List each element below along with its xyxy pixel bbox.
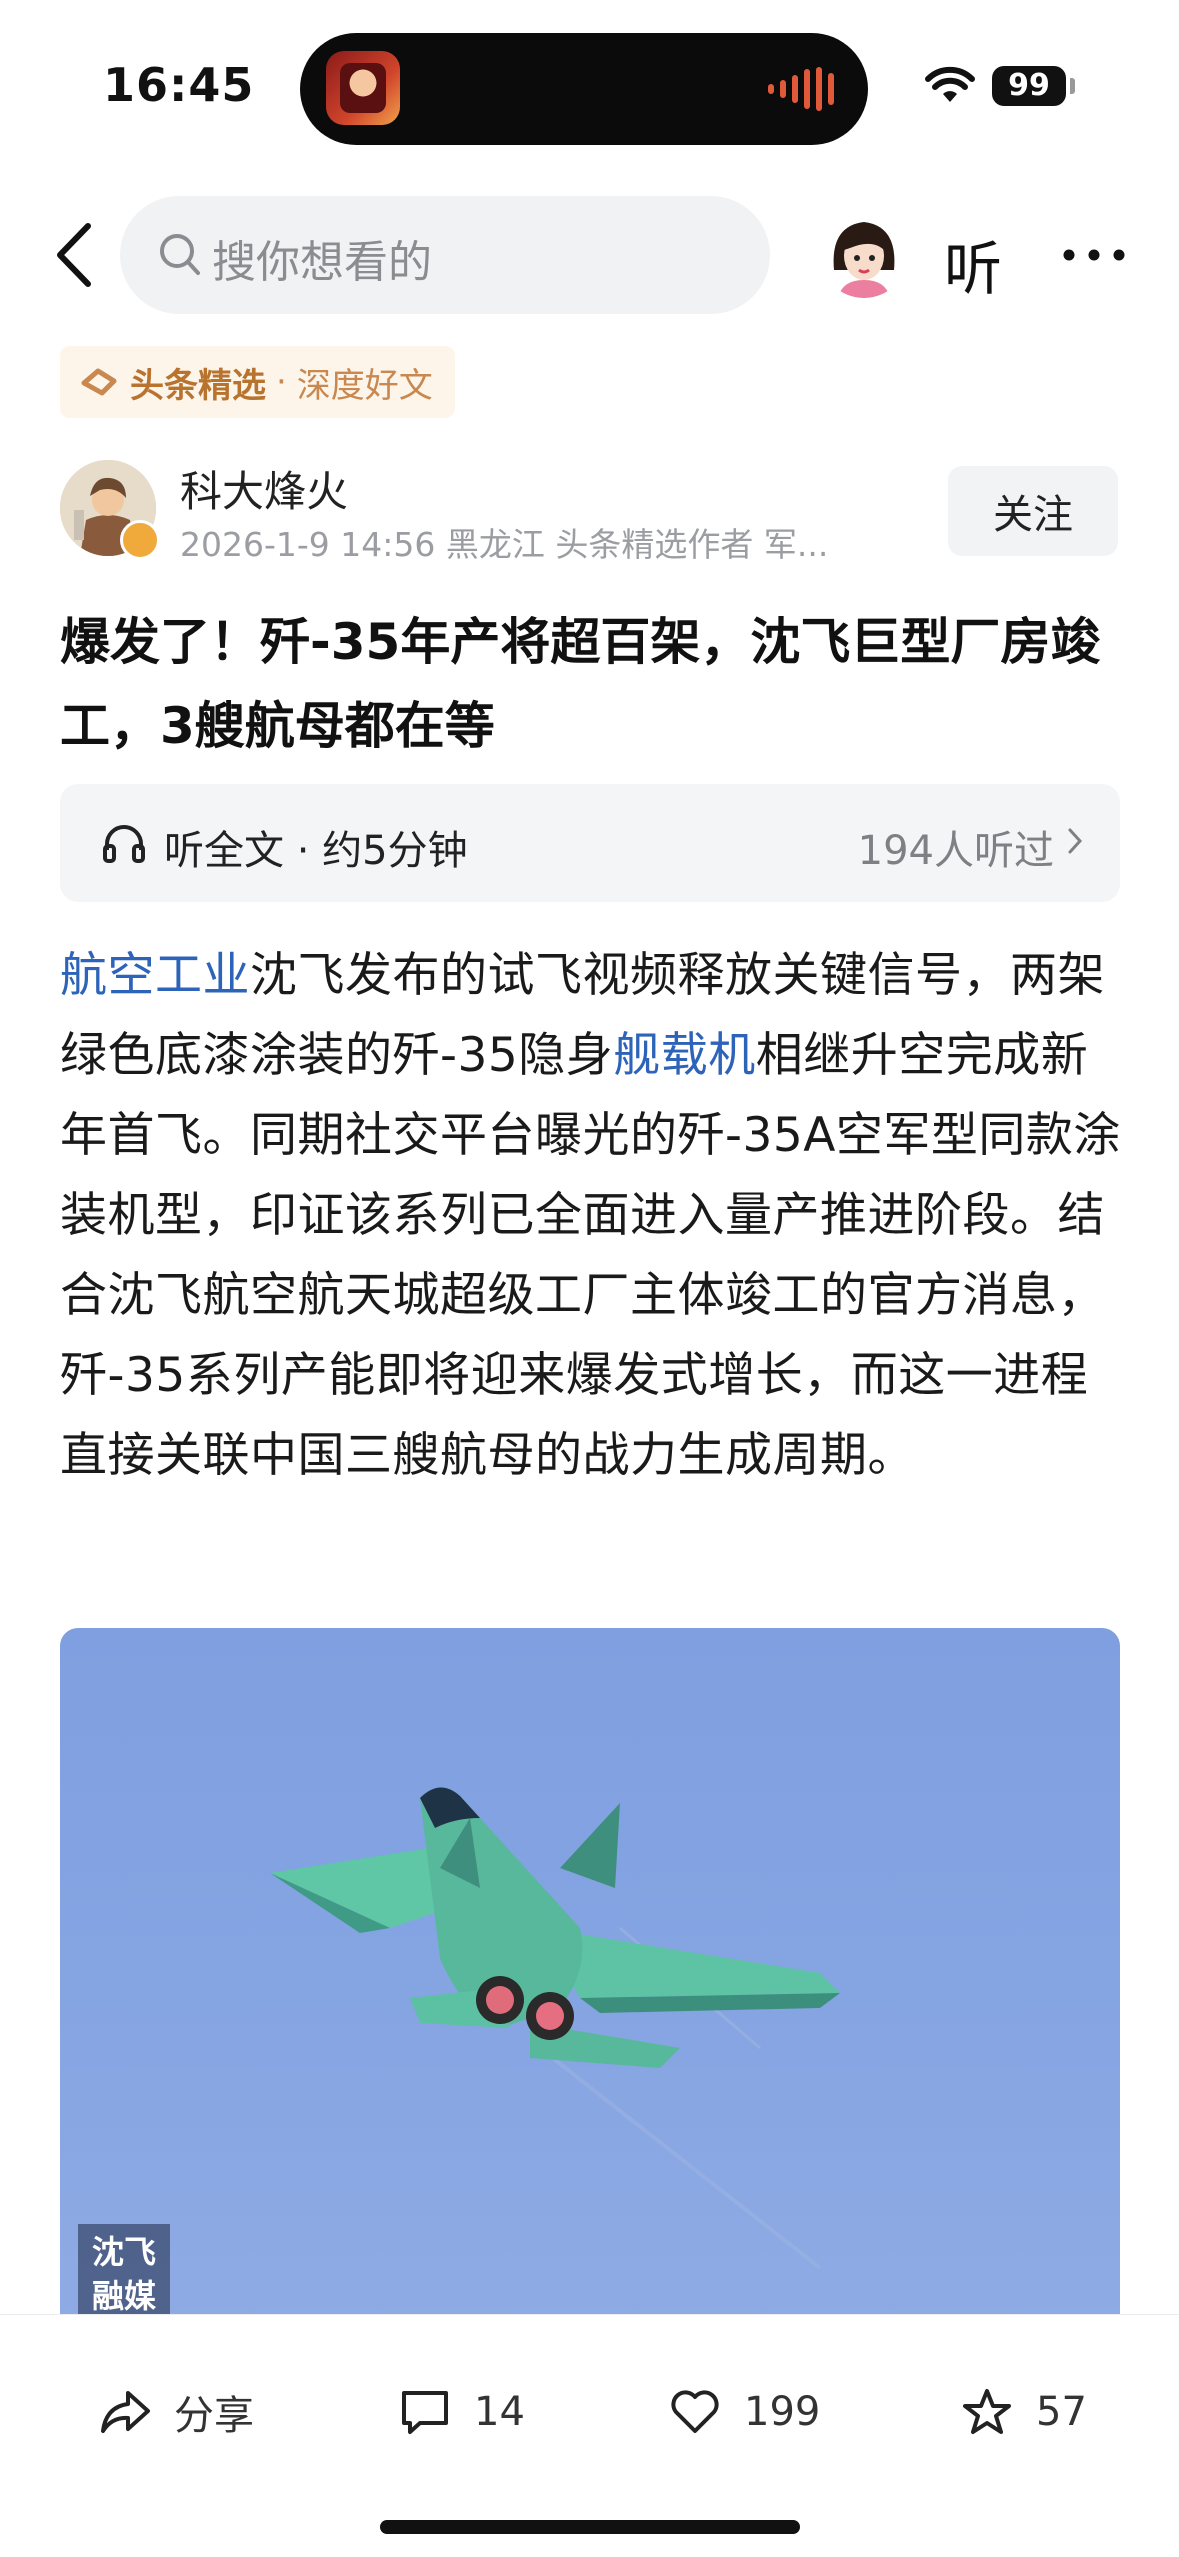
comment-count: 14 (474, 2389, 525, 2435)
more-icon[interactable] (1062, 248, 1126, 262)
favorite-count: 57 (1036, 2389, 1087, 2435)
back-icon[interactable] (50, 220, 100, 290)
listen-full-text-label: 听全文 · 约5分钟 (164, 828, 468, 874)
article-image[interactable]: 沈飞 融媒 (60, 1628, 1120, 2328)
image-watermark: 沈飞 融媒 (78, 2224, 170, 2326)
heart-icon (671, 2390, 719, 2433)
battery-icon: 99 (992, 66, 1066, 106)
status-time: 16:45 (103, 58, 255, 112)
battery-tip (1070, 78, 1075, 94)
search-input[interactable]: 搜你想看的 (120, 196, 770, 314)
share-icon (101, 2391, 150, 2433)
search-placeholder: 搜你想看的 (212, 237, 432, 288)
dynamic-island[interactable] (300, 33, 868, 145)
article-body: 航空工业沈飞发布的试飞视频释放关键信号，两架绿色底漆涂装的歼-35隐身舰载机相继… (60, 936, 1130, 1496)
wifi-icon (925, 66, 975, 102)
toutiao-featured-icon (81, 368, 117, 396)
user-avatar[interactable] (820, 210, 908, 298)
home-indicator[interactable] (380, 2520, 800, 2534)
follow-button[interactable]: 关注 (948, 466, 1118, 556)
verified-badge-icon (120, 520, 160, 560)
badge-tag: 深度好文 (296, 365, 433, 406)
watermark-line1: 沈飞 (91, 2233, 156, 2271)
comment-button[interactable]: 14 (398, 2377, 525, 2447)
share-button[interactable]: 分享 (98, 2377, 254, 2447)
search-icon (160, 234, 200, 275)
body-text-part2: 相继升空完成新年首飞。同期社交平台曝光的歼-35A空军型同款涂装机型，印证该系列… (60, 1028, 1121, 1483)
link-carrier-aircraft[interactable]: 舰载机 (613, 1028, 756, 1083)
comment-icon (402, 2391, 448, 2434)
now-playing-app-icon (326, 51, 400, 125)
author-name[interactable]: 科大烽火 (180, 458, 348, 519)
link-aviation-industry[interactable]: 航空工业 (60, 948, 250, 1003)
chevron-right-icon (1068, 828, 1083, 854)
share-label: 分享 (174, 2393, 254, 2439)
author-meta: 2026-1-9 14:56 黑龙江 头条精选作者 军... (180, 525, 829, 564)
headphones-icon (103, 825, 145, 863)
article-title: 爆发了！歼-35年产将超百架，沈飞巨型厂房竣工，3艘航母都在等 (60, 613, 1101, 755)
favorite-button[interactable]: 57 (960, 2377, 1087, 2447)
like-button[interactable]: 199 (668, 2377, 820, 2447)
like-count: 199 (744, 2389, 821, 2435)
audio-wave-icon (768, 67, 834, 111)
battery-level: 99 (992, 66, 1066, 106)
star-icon (963, 2389, 1011, 2434)
watermark-line2: 融媒 (91, 2277, 156, 2315)
listen-full-text-card[interactable]: 听全文 · 约5分钟 194人听过 (60, 784, 1120, 902)
listen-count: 194人听过 (857, 828, 1054, 874)
listen-button[interactable]: 听 (944, 222, 1002, 306)
fighter-jet-illustration (270, 1787, 840, 2270)
featured-badge[interactable]: 头条精选 · 深度好文 (60, 346, 455, 418)
bottom-action-bar: 分享 14 199 57 (0, 2314, 1179, 2557)
badge-separator: · (276, 362, 287, 402)
badge-brand: 头条精选 (130, 365, 266, 406)
